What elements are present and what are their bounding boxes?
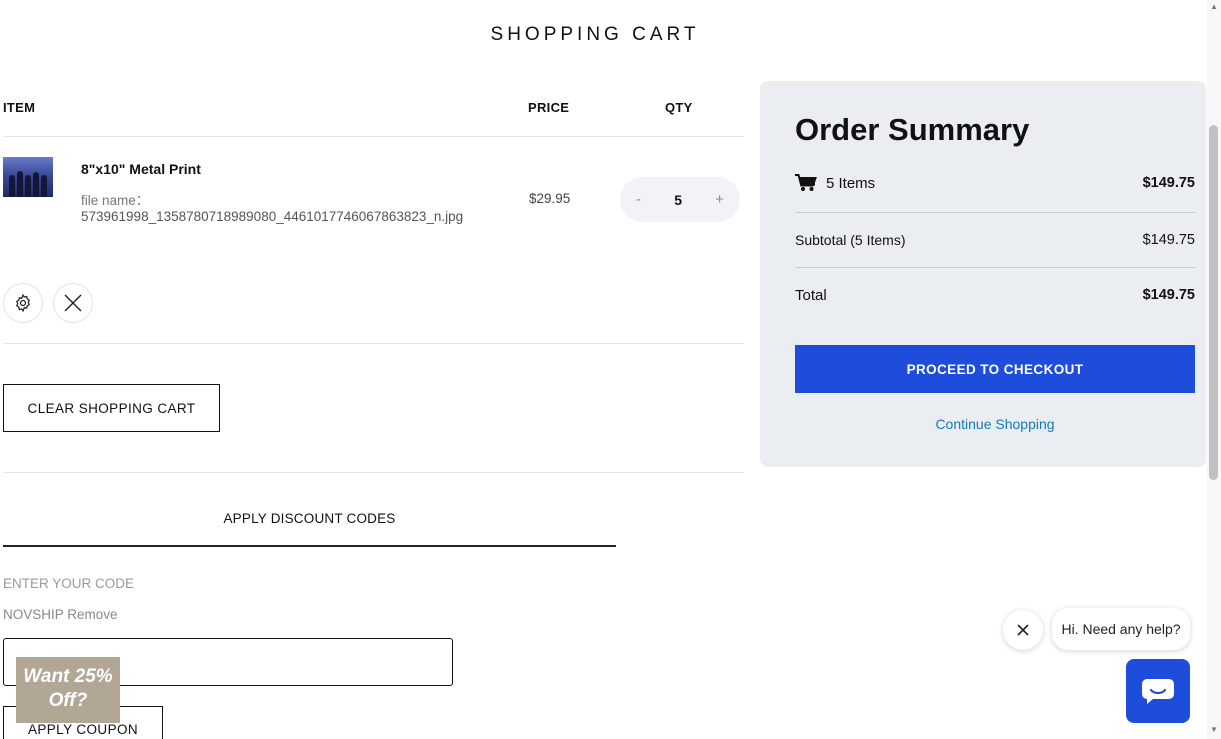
total-label: Total: [795, 286, 827, 304]
subtotal-label: Subtotal (5 Items): [795, 232, 906, 248]
item-price: $29.95: [529, 191, 571, 206]
chat-greeting[interactable]: Hi. Need any help?: [1052, 608, 1190, 650]
close-icon: [64, 294, 82, 312]
clear-cart-button[interactable]: CLEAR SHOPPING CART: [3, 384, 220, 432]
product-name[interactable]: 8"x10" Metal Print: [81, 161, 201, 177]
qty-decrease-button[interactable]: -: [636, 191, 641, 208]
divider: [3, 472, 744, 473]
discount-tab-underline: [3, 545, 616, 547]
total-value: $149.75: [1142, 287, 1195, 303]
summary-items-count: 5 Items: [826, 174, 876, 192]
remove-item-button[interactable]: [53, 283, 93, 323]
qty-increase-button[interactable]: +: [715, 191, 724, 208]
subtotal-value: $149.75: [1142, 232, 1195, 248]
applied-code[interactable]: NOVSHIP Remove: [3, 607, 118, 622]
scroll-up-icon[interactable]: ▲: [1209, 2, 1219, 11]
cart-icon: [795, 174, 817, 191]
qty-value[interactable]: 5: [674, 192, 682, 208]
discount-tab-title[interactable]: APPLY DISCOUNT CODES: [3, 511, 616, 526]
summary-items-total: $149.75: [1142, 175, 1195, 191]
chat-launcher-button[interactable]: [1126, 659, 1190, 723]
summary-items-row: 5 Items $149.75: [795, 171, 1195, 195]
page-title: SHOPPING CART: [490, 24, 700, 45]
header-item: ITEM: [3, 100, 36, 115]
file-name-label: file name：: [81, 193, 150, 208]
quantity-stepper: - 5 +: [620, 177, 740, 222]
divider: [795, 212, 1195, 213]
divider: [3, 136, 744, 137]
header-qty: QTY: [665, 100, 693, 115]
divider: [795, 267, 1195, 268]
order-summary-title: Order Summary: [795, 112, 1030, 147]
continue-shopping-link[interactable]: Continue Shopping: [795, 416, 1195, 432]
promo-tab[interactable]: Want 25% Off?: [16, 657, 120, 723]
scrollbar-thumb[interactable]: [1209, 125, 1218, 480]
scroll-down-icon[interactable]: ▼: [1209, 725, 1219, 734]
summary-subtotal-row: Subtotal (5 Items) $149.75: [795, 229, 1195, 251]
header-price: PRICE: [528, 100, 570, 115]
divider: [3, 343, 744, 344]
close-icon: [1017, 624, 1029, 636]
file-name-value: 573961998_1358780718989080_4461017746067…: [81, 209, 464, 224]
code-label: ENTER YOUR CODE: [3, 576, 135, 591]
summary-total-row: Total $149.75: [795, 284, 1195, 306]
chat-icon: [1142, 679, 1174, 704]
chat-dismiss-button[interactable]: [1003, 610, 1043, 650]
edit-item-button[interactable]: [3, 283, 43, 323]
product-thumbnail[interactable]: [3, 157, 53, 197]
proceed-to-checkout-button[interactable]: PROCEED TO CHECKOUT: [795, 345, 1195, 393]
gear-icon: [15, 293, 31, 313]
